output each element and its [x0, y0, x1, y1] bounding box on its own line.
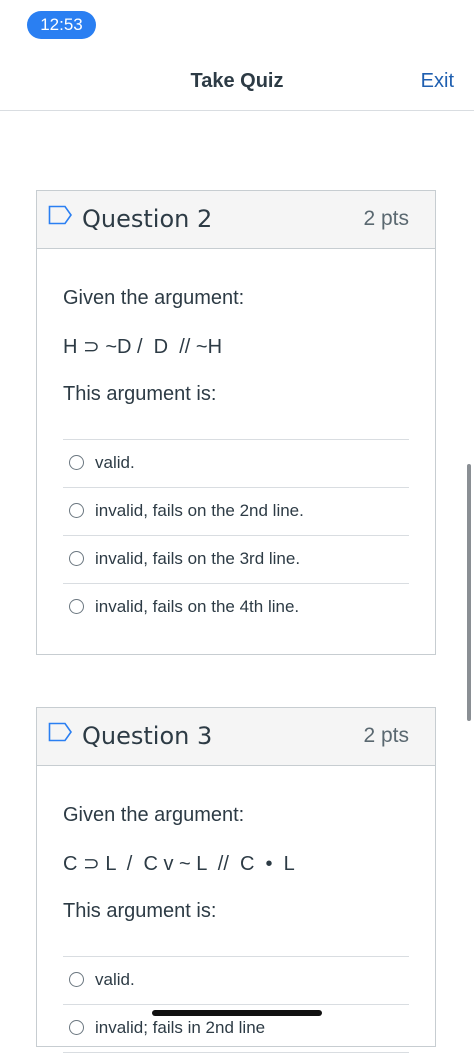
answer-option[interactable]: valid. — [63, 957, 409, 1005]
answer-label[interactable]: valid. — [95, 970, 135, 990]
answer-option[interactable]: invalid, fails on the 2nd line. — [63, 488, 409, 536]
question-card: Question 3 2 pts Given the argument: C ⊃… — [36, 707, 436, 1053]
radio-button[interactable] — [69, 1020, 84, 1035]
argument-formula: H ⊃ ~D / D // ~H — [63, 336, 223, 358]
question-header: Question 3 2 pts — [37, 708, 435, 766]
question-card: Question 2 2 pts Given the argument: H ⊃… — [36, 190, 436, 655]
radio-button[interactable] — [69, 599, 84, 614]
home-indicator[interactable] — [152, 1010, 322, 1016]
question-title: Question 2 — [82, 205, 213, 233]
radio-button[interactable] — [69, 551, 84, 566]
argument-formula: C ⊃ L / C v ~ L // C • L — [63, 853, 295, 875]
answer-label[interactable]: invalid; fails in 2nd line — [95, 1018, 265, 1038]
answer-label[interactable]: invalid, fails on the 2nd line. — [95, 501, 304, 521]
question-instruction: This argument is: — [63, 383, 217, 405]
radio-button[interactable] — [69, 972, 84, 987]
exit-button[interactable]: Exit — [421, 70, 454, 93]
question-prompt: Given the argument: — [63, 287, 245, 309]
radio-button[interactable] — [69, 503, 84, 518]
answer-option[interactable]: invalid, fails on the 3rd line. — [63, 536, 409, 584]
question-prompt: Given the argument: — [63, 804, 245, 826]
question-header: Question 2 2 pts — [37, 191, 435, 249]
question-points: 2 pts — [363, 207, 409, 230]
answer-label[interactable]: valid. — [95, 453, 135, 473]
question-points: 2 pts — [363, 724, 409, 747]
answer-label[interactable]: invalid, fails on the 3rd line. — [95, 549, 300, 569]
radio-button[interactable] — [69, 455, 84, 470]
status-time: 12:53 — [27, 11, 96, 39]
nav-divider — [0, 110, 474, 111]
answer-list: valid. invalid; fails in 2nd line — [63, 956, 409, 1053]
answer-option[interactable]: invalid, fails on the 4th line. — [63, 584, 409, 631]
answer-list: valid. invalid, fails on the 2nd line. i… — [63, 439, 409, 631]
answer-label[interactable]: invalid, fails on the 4th line. — [95, 597, 299, 617]
flag-question-icon[interactable] — [48, 205, 73, 225]
answer-option[interactable]: valid. — [63, 440, 409, 488]
flag-question-icon[interactable] — [48, 722, 73, 742]
scrollbar[interactable] — [467, 464, 471, 721]
page-title: Take Quiz — [190, 70, 284, 92]
question-instruction: This argument is: — [63, 900, 217, 922]
question-title: Question 3 — [82, 722, 213, 750]
